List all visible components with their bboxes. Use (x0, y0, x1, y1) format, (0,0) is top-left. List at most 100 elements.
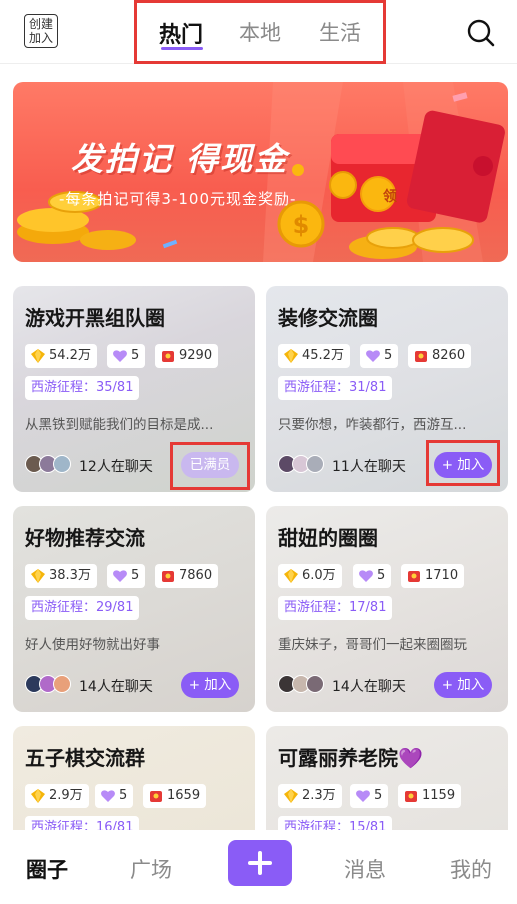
diamond-stat: 38.3万 (25, 564, 97, 588)
diamond-stat: 45.2万 (278, 344, 350, 368)
diamond-count: 54.2万 (49, 348, 91, 363)
gift-icon (162, 571, 174, 582)
chatting-count: 11人在聊天 (332, 459, 406, 475)
gift-count: 1659 (167, 788, 201, 803)
diamond-icon (284, 349, 298, 363)
heart-icon (113, 350, 127, 362)
gift-count: 8260 (432, 348, 466, 363)
circle-name: 装修交流圈 (278, 306, 378, 330)
nav-messages[interactable]: 消息 (344, 854, 386, 884)
circle-name: 游戏开黑组队圈 (25, 306, 165, 330)
purple-heart-icon: 💜 (398, 746, 423, 770)
create-join-button[interactable]: 创建 加入 (24, 14, 58, 48)
chatting-count: 14人在聊天 (79, 679, 153, 695)
journey-progress: 西游征程：31/81 (278, 376, 393, 400)
join-button[interactable]: + 加入 (434, 672, 492, 698)
member-avatars (278, 455, 328, 473)
publish-button[interactable] (228, 840, 292, 886)
diamond-stat: 54.2万 (25, 344, 97, 368)
tab-local[interactable]: 本地 (239, 17, 281, 47)
circle-description: 只要你想，咋装都行，西游互... (278, 417, 467, 433)
heart-stat: 5 (95, 784, 134, 808)
gift-icon (405, 791, 417, 802)
gift-stat: 8260 (408, 344, 472, 368)
circle-description: 好人使用好物就出好事 (25, 637, 160, 653)
diamond-count: 6.0万 (302, 568, 336, 583)
highlight-box-join (426, 440, 500, 486)
heart-count: 5 (384, 348, 393, 363)
nav-circles[interactable]: 圈子 (26, 854, 68, 884)
promo-banner[interactable]: $ 发拍记 得现金 -每条拍记可得3-100元现金奖励- 领 (13, 82, 508, 262)
circle-name: 五子棋交流群 (25, 746, 145, 770)
heart-count: 5 (131, 348, 140, 363)
diamond-icon (31, 569, 45, 583)
gift-count: 1159 (422, 788, 456, 803)
diamond-icon (31, 349, 45, 363)
circle-description: 从黑铁到赋能我们的目标是成... (25, 417, 214, 433)
journey-progress: 西游征程：35/81 (25, 376, 140, 400)
journey-progress: 西游征程：29/81 (25, 596, 140, 620)
tab-hot[interactable]: 热门 (159, 17, 203, 49)
gift-icon (150, 791, 162, 802)
chatting-count: 14人在聊天 (332, 679, 406, 695)
heart-count: 5 (131, 568, 140, 583)
circle-name: 好物推荐交流 (25, 526, 145, 550)
search-icon[interactable] (466, 18, 496, 48)
diamond-count: 38.3万 (49, 568, 91, 583)
top-header: 创建 加入 热门 本地 生活 (0, 0, 517, 64)
diamond-icon (284, 569, 298, 583)
tab-bar: 热门 本地 生活 (134, 0, 386, 64)
banner-subtitle: -每条拍记可得3-100元现金奖励- (59, 190, 297, 208)
heart-count: 5 (119, 788, 128, 803)
diamond-stat: 2.3万 (278, 784, 342, 808)
tab-life[interactable]: 生活 (319, 17, 361, 47)
heart-icon (359, 570, 373, 582)
gift-stat: 9290 (155, 344, 219, 368)
heart-stat: 5 (353, 564, 392, 588)
diamond-count: 45.2万 (302, 348, 344, 363)
svg-text:$: $ (293, 211, 310, 239)
gift-icon (162, 351, 174, 362)
circle-card[interactable]: 好物推荐交流 38.3万 5 7860 西游征程：29/81 好人使用好物就出好… (13, 506, 255, 712)
circle-card[interactable]: 五子棋交流群 2.9万 5 1659 西游征程：16/81 (13, 726, 255, 832)
avatar (306, 675, 324, 693)
heart-stat: 5 (350, 784, 389, 808)
gift-stat: 1710 (401, 564, 465, 588)
heart-icon (356, 790, 370, 802)
heart-stat: 5 (360, 344, 399, 368)
nav-profile[interactable]: 我的 (450, 854, 492, 884)
diamond-stat: 6.0万 (278, 564, 342, 588)
bottom-navigation: 圈子 广场 消息 我的 (0, 830, 517, 904)
heart-count: 5 (374, 788, 383, 803)
heart-icon (366, 350, 380, 362)
member-avatars (278, 675, 328, 693)
highlight-box-full (170, 442, 250, 490)
heart-stat: 5 (107, 564, 146, 588)
circle-card[interactable]: 甜妞的圈圈 6.0万 5 1710 西游征程：17/81 重庆妹子，哥哥们一起来… (266, 506, 508, 712)
gift-stat: 1159 (398, 784, 462, 808)
heart-count: 5 (377, 568, 386, 583)
avatar (53, 455, 71, 473)
circle-name: 甜妞的圈圈 (278, 526, 378, 550)
heart-icon (113, 570, 127, 582)
circle-name: 可露丽养老院💜 (278, 742, 423, 771)
gift-stat: 7860 (155, 564, 219, 588)
diamond-stat: 2.9万 (25, 784, 89, 808)
gift-icon (408, 571, 420, 582)
diamond-icon (31, 789, 45, 803)
gift-count: 7860 (179, 568, 213, 583)
gift-stat: 1659 (143, 784, 207, 808)
gift-count: 1710 (425, 568, 459, 583)
tab-active-indicator (161, 47, 203, 50)
join-button[interactable]: + 加入 (181, 672, 239, 698)
diamond-count: 2.9万 (49, 788, 83, 803)
diamond-icon (284, 789, 298, 803)
circle-name-text: 可露丽养老院 (278, 746, 398, 770)
join-label: 加入 (28, 31, 53, 45)
nav-square[interactable]: 广场 (130, 854, 172, 884)
avatar (53, 675, 71, 693)
heart-stat: 5 (107, 344, 146, 368)
heart-icon (101, 790, 115, 802)
journey-progress: 西游征程：17/81 (278, 596, 393, 620)
circle-card[interactable]: 可露丽养老院💜 2.3万 5 1159 西游征程：15/81 (266, 726, 508, 832)
